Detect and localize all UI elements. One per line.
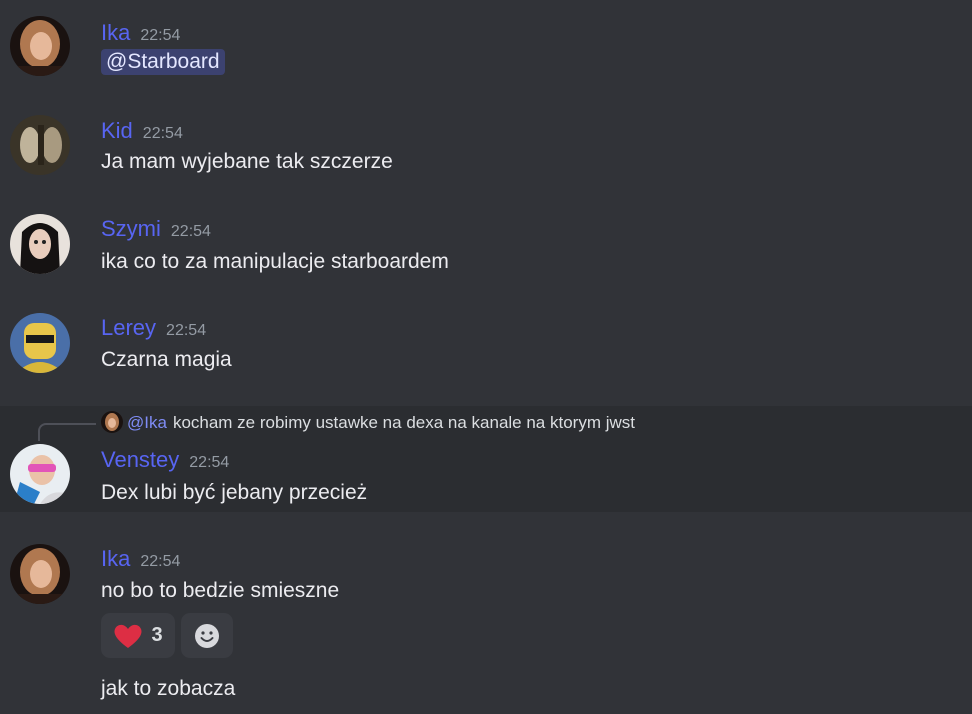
avatar[interactable] xyxy=(10,444,70,504)
username[interactable]: Ika xyxy=(101,20,130,45)
timestamp: 22:54 xyxy=(170,223,211,240)
message-content: ika co to za manipulacje starboardem xyxy=(101,250,449,273)
avatar[interactable] xyxy=(10,214,70,274)
message-header: Ika 22:54 xyxy=(101,20,180,46)
message-content: Ja mam wyjebane tak szczerze xyxy=(101,150,393,173)
avatar[interactable] xyxy=(10,313,70,373)
add-reaction-button[interactable] xyxy=(181,613,233,658)
reactions-bar: 3 xyxy=(101,613,233,658)
reply-mention[interactable]: @Ika xyxy=(127,413,167,432)
message-content-followup: jak to zobacza xyxy=(101,677,236,700)
message-content: @Starboard xyxy=(101,49,225,75)
username[interactable]: Szymi xyxy=(101,216,161,241)
username[interactable]: Ika xyxy=(101,546,130,571)
avatar[interactable] xyxy=(10,115,70,175)
reply-text: kocham ze robimy ustawke na dexa na kana… xyxy=(172,413,635,432)
message-content: Czarna magia xyxy=(101,348,232,371)
reply-avatar xyxy=(101,411,123,433)
timestamp: 22:54 xyxy=(142,125,183,142)
message-header: Kid 22:54 xyxy=(101,118,183,144)
heart-emoji-icon xyxy=(114,624,142,648)
reply-reference[interactable]: @Ika kocham ze robimy ustawke na dexa na … xyxy=(101,411,635,433)
message-content: Dex lubi być jebany przecież xyxy=(101,481,368,504)
add-reaction-icon xyxy=(195,623,219,648)
timestamp: 22:54 xyxy=(166,322,207,339)
username[interactable]: Venstey xyxy=(101,447,179,472)
username[interactable]: Lerey xyxy=(101,315,156,340)
message-header: Venstey 22:54 xyxy=(101,447,229,473)
timestamp: 22:54 xyxy=(140,27,181,44)
username[interactable]: Kid xyxy=(101,118,133,143)
message-content: no bo to bedzie smieszne xyxy=(101,579,340,602)
reply-connector xyxy=(38,423,96,441)
avatar[interactable] xyxy=(10,544,70,604)
timestamp: 22:54 xyxy=(189,454,230,471)
user-mention[interactable]: @Starboard xyxy=(101,49,225,75)
message-header: Ika 22:54 xyxy=(101,546,180,572)
reaction-count: 3 xyxy=(151,624,163,646)
reaction-heart[interactable]: 3 xyxy=(101,613,175,658)
timestamp: 22:54 xyxy=(140,553,181,570)
avatar[interactable] xyxy=(10,16,70,76)
message-header: Szymi 22:54 xyxy=(101,216,211,242)
message-header: Lerey 22:54 xyxy=(101,315,206,341)
